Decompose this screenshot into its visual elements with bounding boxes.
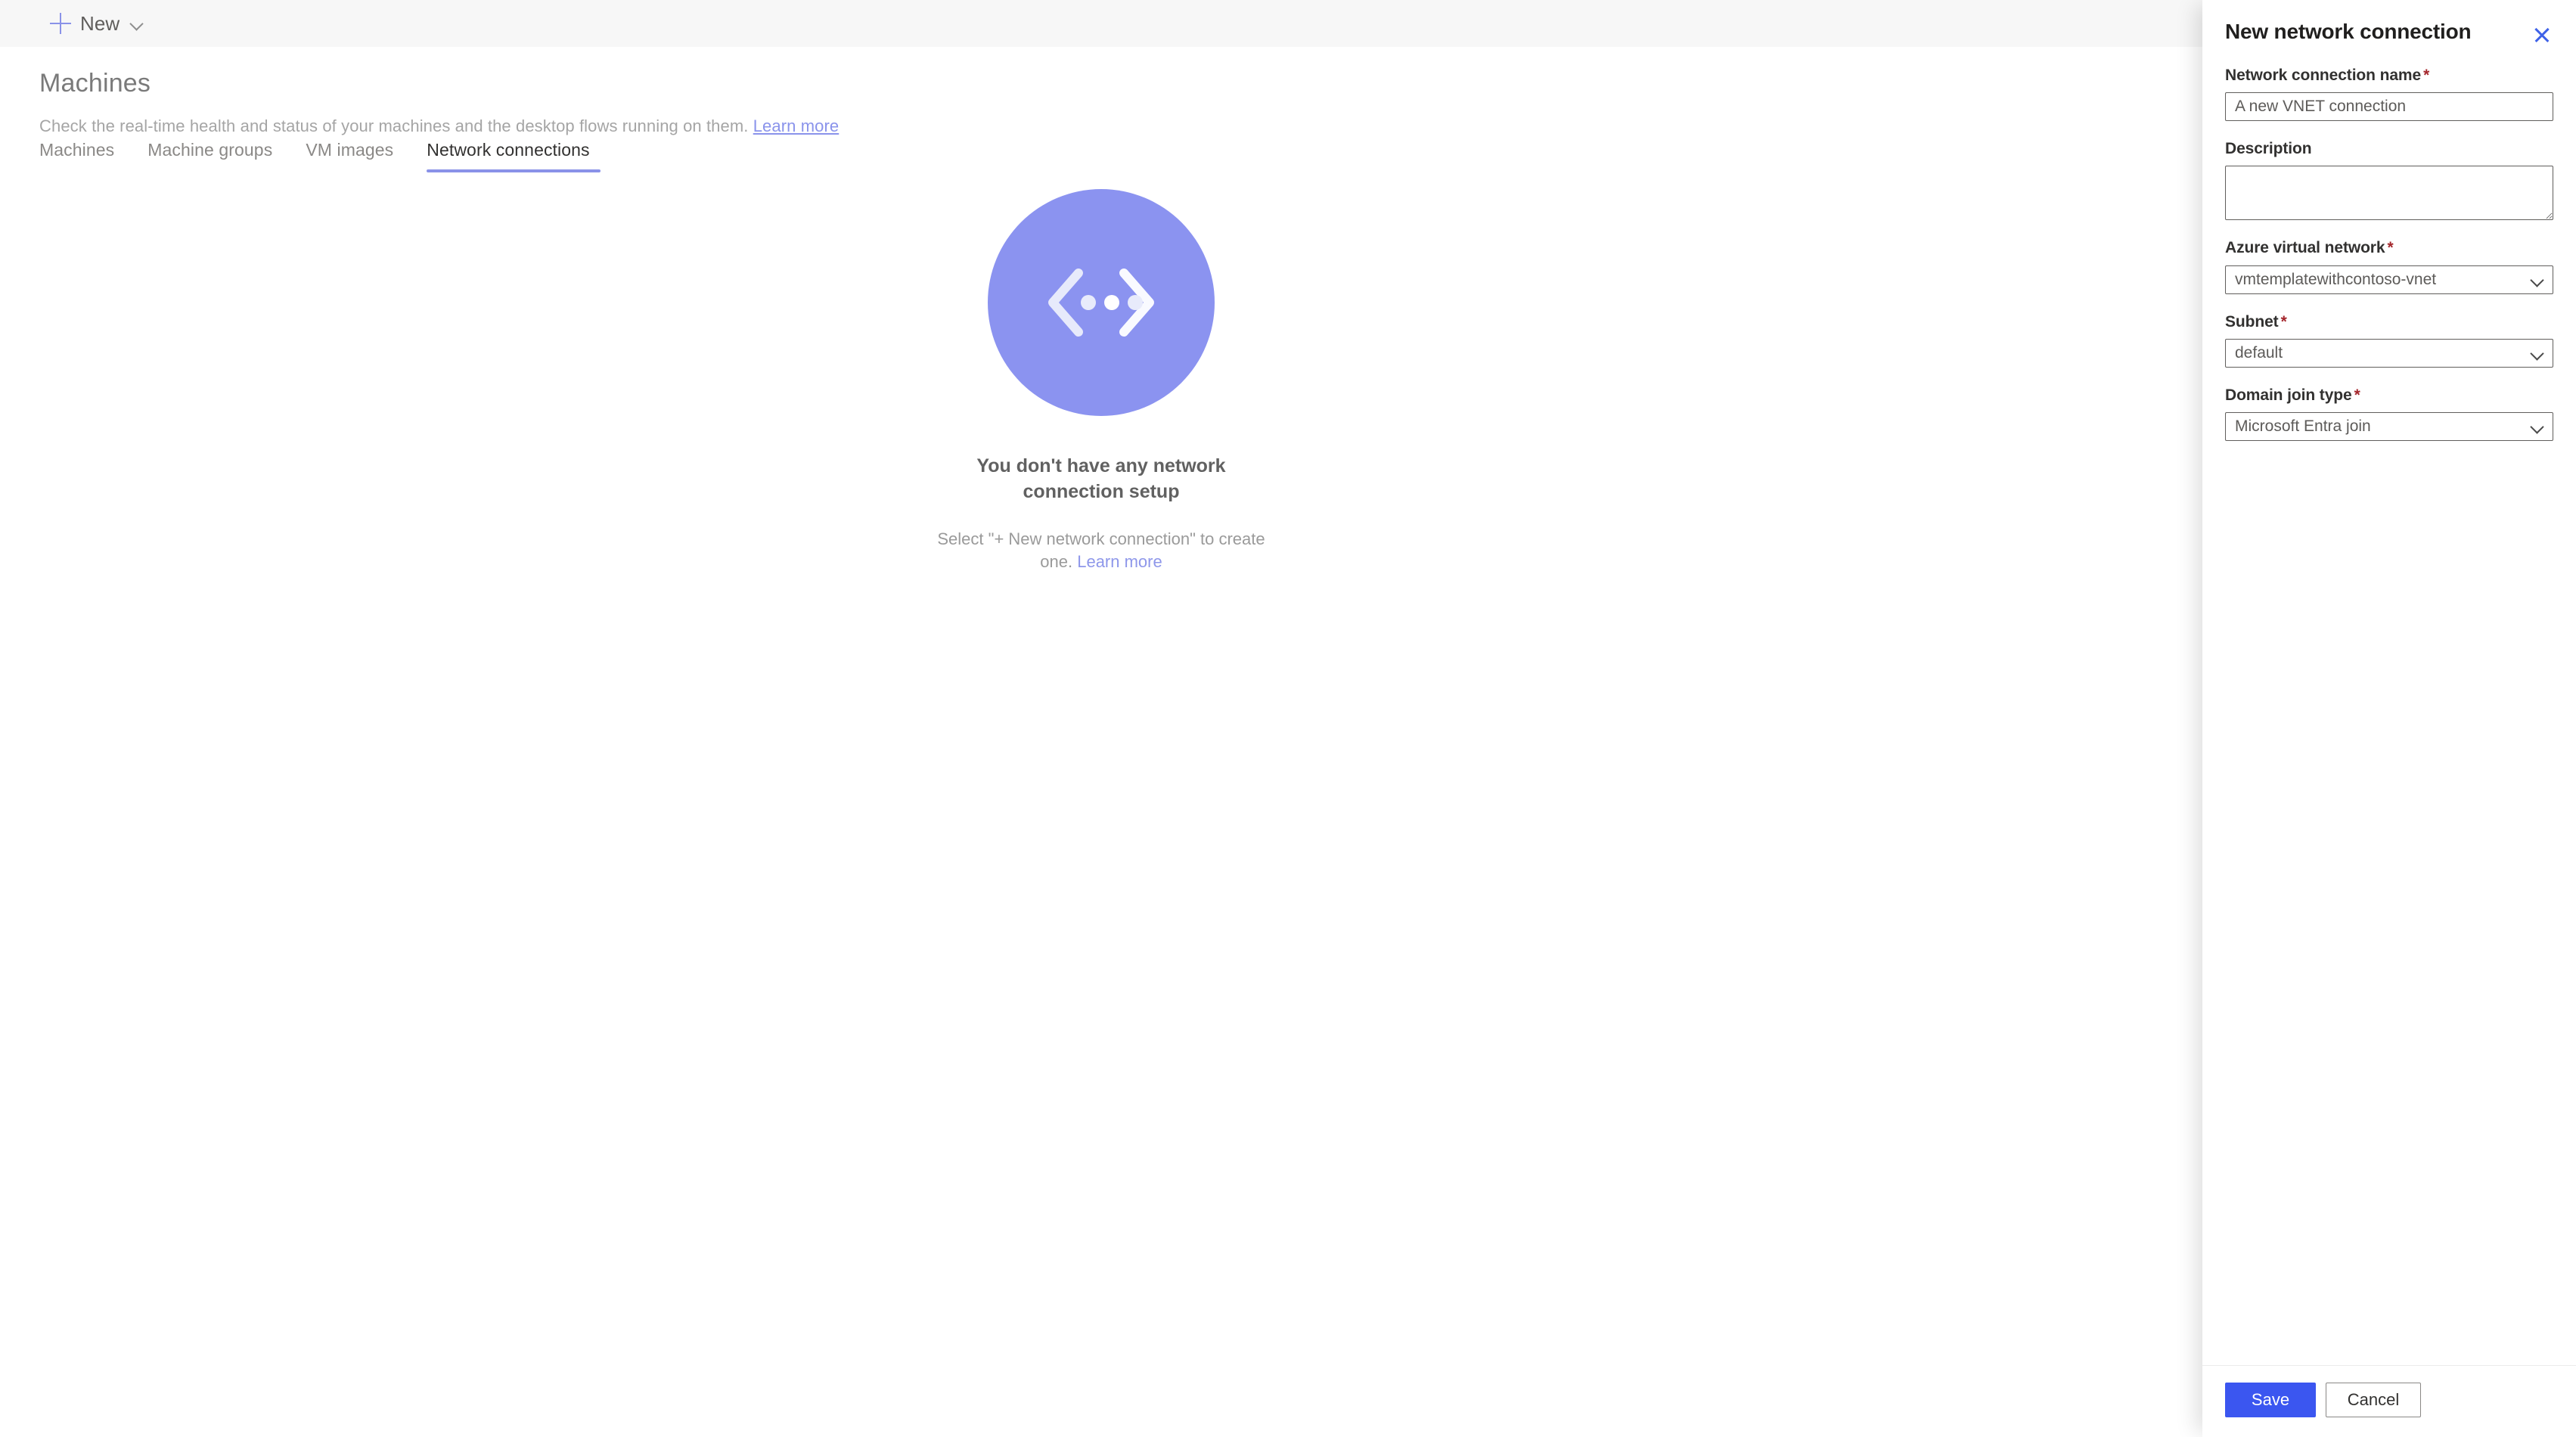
- azure-virtual-network-label: Azure virtual network *: [2225, 238, 2553, 257]
- empty-state-description: Select "+ New network connection" to cre…: [931, 528, 1271, 575]
- subnet-select[interactable]: default: [2225, 338, 2553, 368]
- required-asterisk: *: [2354, 386, 2360, 404]
- field-domain-join-type: Domain join type * Microsoft Entra join: [2225, 386, 2553, 441]
- tab-network-connections[interactable]: Network connections: [410, 140, 606, 172]
- tab-list: Machines Machine groups VM images Networ…: [39, 140, 607, 172]
- azure-virtual-network-select-wrapper: vmtemplatewithcontoso-vnet: [2225, 265, 2553, 294]
- subnet-label-text: Subnet: [2225, 312, 2279, 331]
- required-asterisk: *: [2423, 67, 2430, 84]
- subnet-label: Subnet *: [2225, 312, 2553, 331]
- close-icon[interactable]: [2528, 20, 2556, 49]
- page-header: Machines Check the real-time health and …: [0, 47, 839, 137]
- panel-footer: Save Cancel: [2202, 1365, 2576, 1437]
- network-connection-name-input[interactable]: [2225, 92, 2553, 122]
- network-connection-name-label: Network connection name *: [2225, 66, 2553, 85]
- required-asterisk: *: [2387, 239, 2394, 257]
- empty-state: You don't have any network connection se…: [0, 189, 2202, 574]
- description-label: Description: [2225, 139, 2553, 158]
- domain-join-type-select-wrapper: Microsoft Entra join: [2225, 411, 2553, 441]
- command-bar: New: [0, 0, 2576, 47]
- tab-machine-groups[interactable]: Machine groups: [131, 140, 289, 172]
- empty-state-title: You don't have any network connection se…: [976, 455, 1226, 502]
- machines-page: New Machines Check the real-time health …: [0, 0, 2576, 1437]
- description-label-text: Description: [2225, 140, 2312, 158]
- panel-header: New network connection: [2202, 0, 2576, 49]
- network-connection-name-label-text: Network connection name: [2225, 67, 2422, 84]
- header-learn-more-link[interactable]: Learn more: [753, 116, 840, 135]
- description-textarea[interactable]: [2225, 166, 2553, 221]
- chevron-down-icon: [130, 17, 144, 30]
- azure-virtual-network-select[interactable]: vmtemplatewithcontoso-vnet: [2225, 265, 2553, 294]
- page-subtitle-text: Check the real-time health and status of…: [39, 116, 749, 135]
- new-button-label: New: [80, 12, 120, 35]
- cancel-button[interactable]: Cancel: [2326, 1383, 2421, 1417]
- domain-join-type-select[interactable]: Microsoft Entra join: [2225, 411, 2553, 441]
- required-asterisk: *: [2280, 312, 2287, 331]
- save-button[interactable]: Save: [2225, 1383, 2316, 1417]
- field-subnet: Subnet * default: [2225, 312, 2553, 368]
- page-subtitle: Check the real-time health and status of…: [39, 116, 839, 138]
- domain-join-type-label-text: Domain join type: [2225, 386, 2352, 404]
- page-title: Machines: [39, 69, 151, 98]
- subnet-select-wrapper: default: [2225, 338, 2553, 368]
- azure-virtual-network-label-text: Azure virtual network: [2225, 239, 2385, 257]
- panel-body: Network connection name* Description Azu…: [2202, 49, 2576, 1365]
- new-button[interactable]: New: [39, 7, 154, 40]
- field-azure-virtual-network: Azure virtual network * vmtemplatewithcon…: [2225, 238, 2553, 294]
- field-description: Description: [2225, 139, 2553, 221]
- tab-machines[interactable]: Machines: [39, 140, 131, 172]
- network-connection-illustration-icon: [988, 189, 1215, 416]
- panel-title: New network connection: [2225, 20, 2472, 43]
- empty-state-learn-more-link[interactable]: Learn more: [1077, 552, 1162, 571]
- tab-vm-images[interactable]: VM images: [289, 140, 410, 172]
- field-network-connection-name: Network connection name *: [2225, 66, 2553, 122]
- domain-join-type-label: Domain join type *: [2225, 386, 2553, 405]
- new-network-connection-panel: New network connection Network connectio…: [2202, 0, 2576, 1437]
- plus-icon: [50, 13, 71, 34]
